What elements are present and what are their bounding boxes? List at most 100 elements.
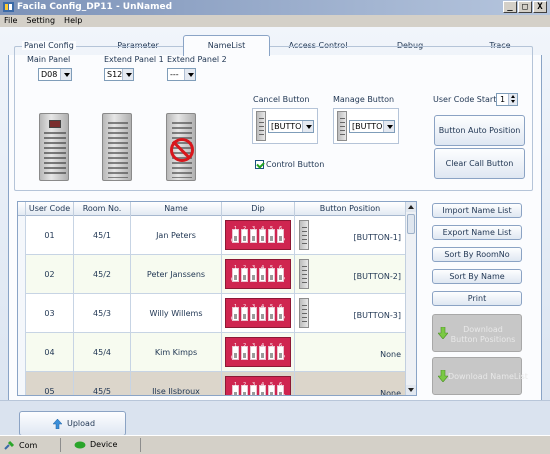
download-arrow-icon [438,370,448,382]
import-name-list-button[interactable]: Import Name List [432,203,522,218]
panel-thumb-icon [337,111,347,141]
menu-setting[interactable]: Setting [26,15,55,27]
export-name-list-button[interactable]: Export Name List [432,225,522,240]
extend-panel-2-value: --- [170,70,179,79]
extend-panel-2-select[interactable]: --- [167,68,196,81]
row-header[interactable] [18,255,26,294]
table-row[interactable]: 04 45/4 Kim Kimps ONDP 12 34 56 None [18,333,406,372]
maximize-button[interactable]: □ [518,1,532,13]
download-button-positions-button[interactable]: Download Button Positions [432,314,522,352]
button-position-cell[interactable]: None [295,333,406,372]
user-code-cell[interactable]: 02 [26,255,74,294]
table-row[interactable]: 02 45/2 Peter Janssens ONDP 12 34 56 [BU… [18,255,406,294]
plug-icon [4,440,15,450]
room-no-cell[interactable]: 45/4 [74,333,131,372]
user-code-cell[interactable]: 05 [26,372,74,395]
tab-namelist[interactable]: NameList [183,35,270,56]
no-sign-icon [170,138,194,162]
user-code-cell[interactable]: 03 [26,294,74,333]
name-cell[interactable]: Kim Kimps [131,333,222,372]
dip-switch-icon: ONDP 12 34 56 [225,337,291,367]
panel-config-title: Panel Config [22,41,76,50]
menu-file[interactable]: File [4,15,17,27]
button-position-cell[interactable]: None [295,372,406,396]
title-bar: Facila Config_DP11 - UnNamed _ □ X [0,0,550,15]
row-header[interactable] [18,372,26,395]
menu-help[interactable]: Help [64,15,82,27]
user-code-start-spinner[interactable]: 1 [496,93,518,106]
dip-switch-icon: ONDP 12 34 56 [225,376,291,395]
scroll-down-icon[interactable] [406,385,416,395]
row-header[interactable] [18,294,26,333]
sort-by-name-button[interactable]: Sort By Name [432,269,522,284]
print-button[interactable]: Print [432,291,522,306]
dip-cell: ONDP 12 34 56 [222,333,295,372]
manage-button-box: [BUTTO [333,108,399,144]
row-header[interactable] [18,333,26,372]
table-row[interactable]: 01 45/1 Jan Peters ONDP 12 34 56 [BUTTON… [18,216,406,255]
scroll-thumb[interactable] [407,214,415,234]
room-no-cell[interactable]: 45/5 [74,372,131,395]
cancel-button-label: Cancel Button [253,95,310,104]
main-panel-select[interactable]: D08 [38,68,72,81]
status-com: Com [4,440,37,450]
minimize-button[interactable]: _ [503,1,517,13]
upload-arrow-icon [53,419,62,429]
upload-label: Upload [67,419,96,428]
panel-thumb-icon [299,298,309,328]
table-row[interactable]: 03 45/3 Willy Willems ONDP 12 34 56 [BUT… [18,294,406,333]
panel-thumb-icon [256,111,266,141]
table-scrollbar[interactable] [405,202,416,395]
upload-button[interactable]: Upload [19,411,126,436]
chevron-down-icon [122,69,133,80]
row-header[interactable] [18,216,26,255]
scroll-up-icon[interactable] [406,202,416,212]
button-position-value: None [380,350,401,359]
dip-switch-icon: ONDP 12 34 56 [225,220,291,250]
column-header-dip[interactable]: Dip [222,202,295,216]
clear-call-button[interactable]: Clear Call Button [434,148,525,179]
panel-config-group: Panel Config Main Panel D08 Extend Panel… [14,41,533,191]
column-header-button-position[interactable]: Button Position [295,202,406,216]
name-cell[interactable]: Ilse Ilsbroux [131,372,222,395]
button-position-value: None [380,389,401,396]
extend-panel-1-image [102,113,132,181]
name-cell[interactable]: Willy Willems [131,294,222,333]
manage-button-value: [BUTTO [352,122,383,131]
status-com-label: Com [19,440,38,450]
column-header-name[interactable]: Name [131,202,222,216]
status-device-label: Device [90,440,118,449]
chevron-down-icon [60,69,71,80]
button-position-cell[interactable]: [BUTTON-1] [295,216,406,255]
button-position-cell[interactable]: [BUTTON-3] [295,294,406,333]
bottom-bar: Upload [0,400,550,436]
extend-panel-1-select[interactable]: S12 [104,68,134,81]
user-code-cell[interactable]: 04 [26,333,74,372]
spinner-arrows-icon[interactable] [508,94,517,105]
manage-button-select[interactable]: [BUTTO [349,120,395,133]
sort-by-roomno-button[interactable]: Sort By RoomNo [432,247,522,262]
name-cell[interactable]: Peter Janssens [131,255,222,294]
status-bar: Com Device [0,435,550,454]
dip-cell: ONDP 12 34 56 [222,372,295,395]
cancel-button-select[interactable]: [BUTTO [268,120,314,133]
button-auto-position-button[interactable]: Button Auto Position [434,115,525,146]
user-code-start-label: User Code Start [433,95,497,104]
close-button[interactable]: X [533,1,547,13]
column-header-user-code[interactable]: User Code [26,202,74,216]
button-position-cell[interactable]: [BUTTON-2] [295,255,406,294]
table-header: User Code Room No. Name Dip Button Posit… [18,202,406,216]
room-no-cell[interactable]: 45/1 [74,216,131,255]
name-cell[interactable]: Jan Peters [131,216,222,255]
status-device: Device [74,440,117,449]
download-label-line1: Download [463,325,503,334]
download-namelist-button[interactable]: Download NameList [432,357,528,395]
menu-bar: File Setting Help [0,15,550,27]
column-header-room-no[interactable]: Room No. [74,202,131,216]
dip-cell: ONDP 12 34 56 [222,255,295,294]
user-code-cell[interactable]: 01 [26,216,74,255]
room-no-cell[interactable]: 45/2 [74,255,131,294]
table-row[interactable]: 05 45/5 Ilse Ilsbroux ONDP 12 34 56 None [18,372,406,396]
room-no-cell[interactable]: 45/3 [74,294,131,333]
control-button-checkbox[interactable] [255,160,264,169]
